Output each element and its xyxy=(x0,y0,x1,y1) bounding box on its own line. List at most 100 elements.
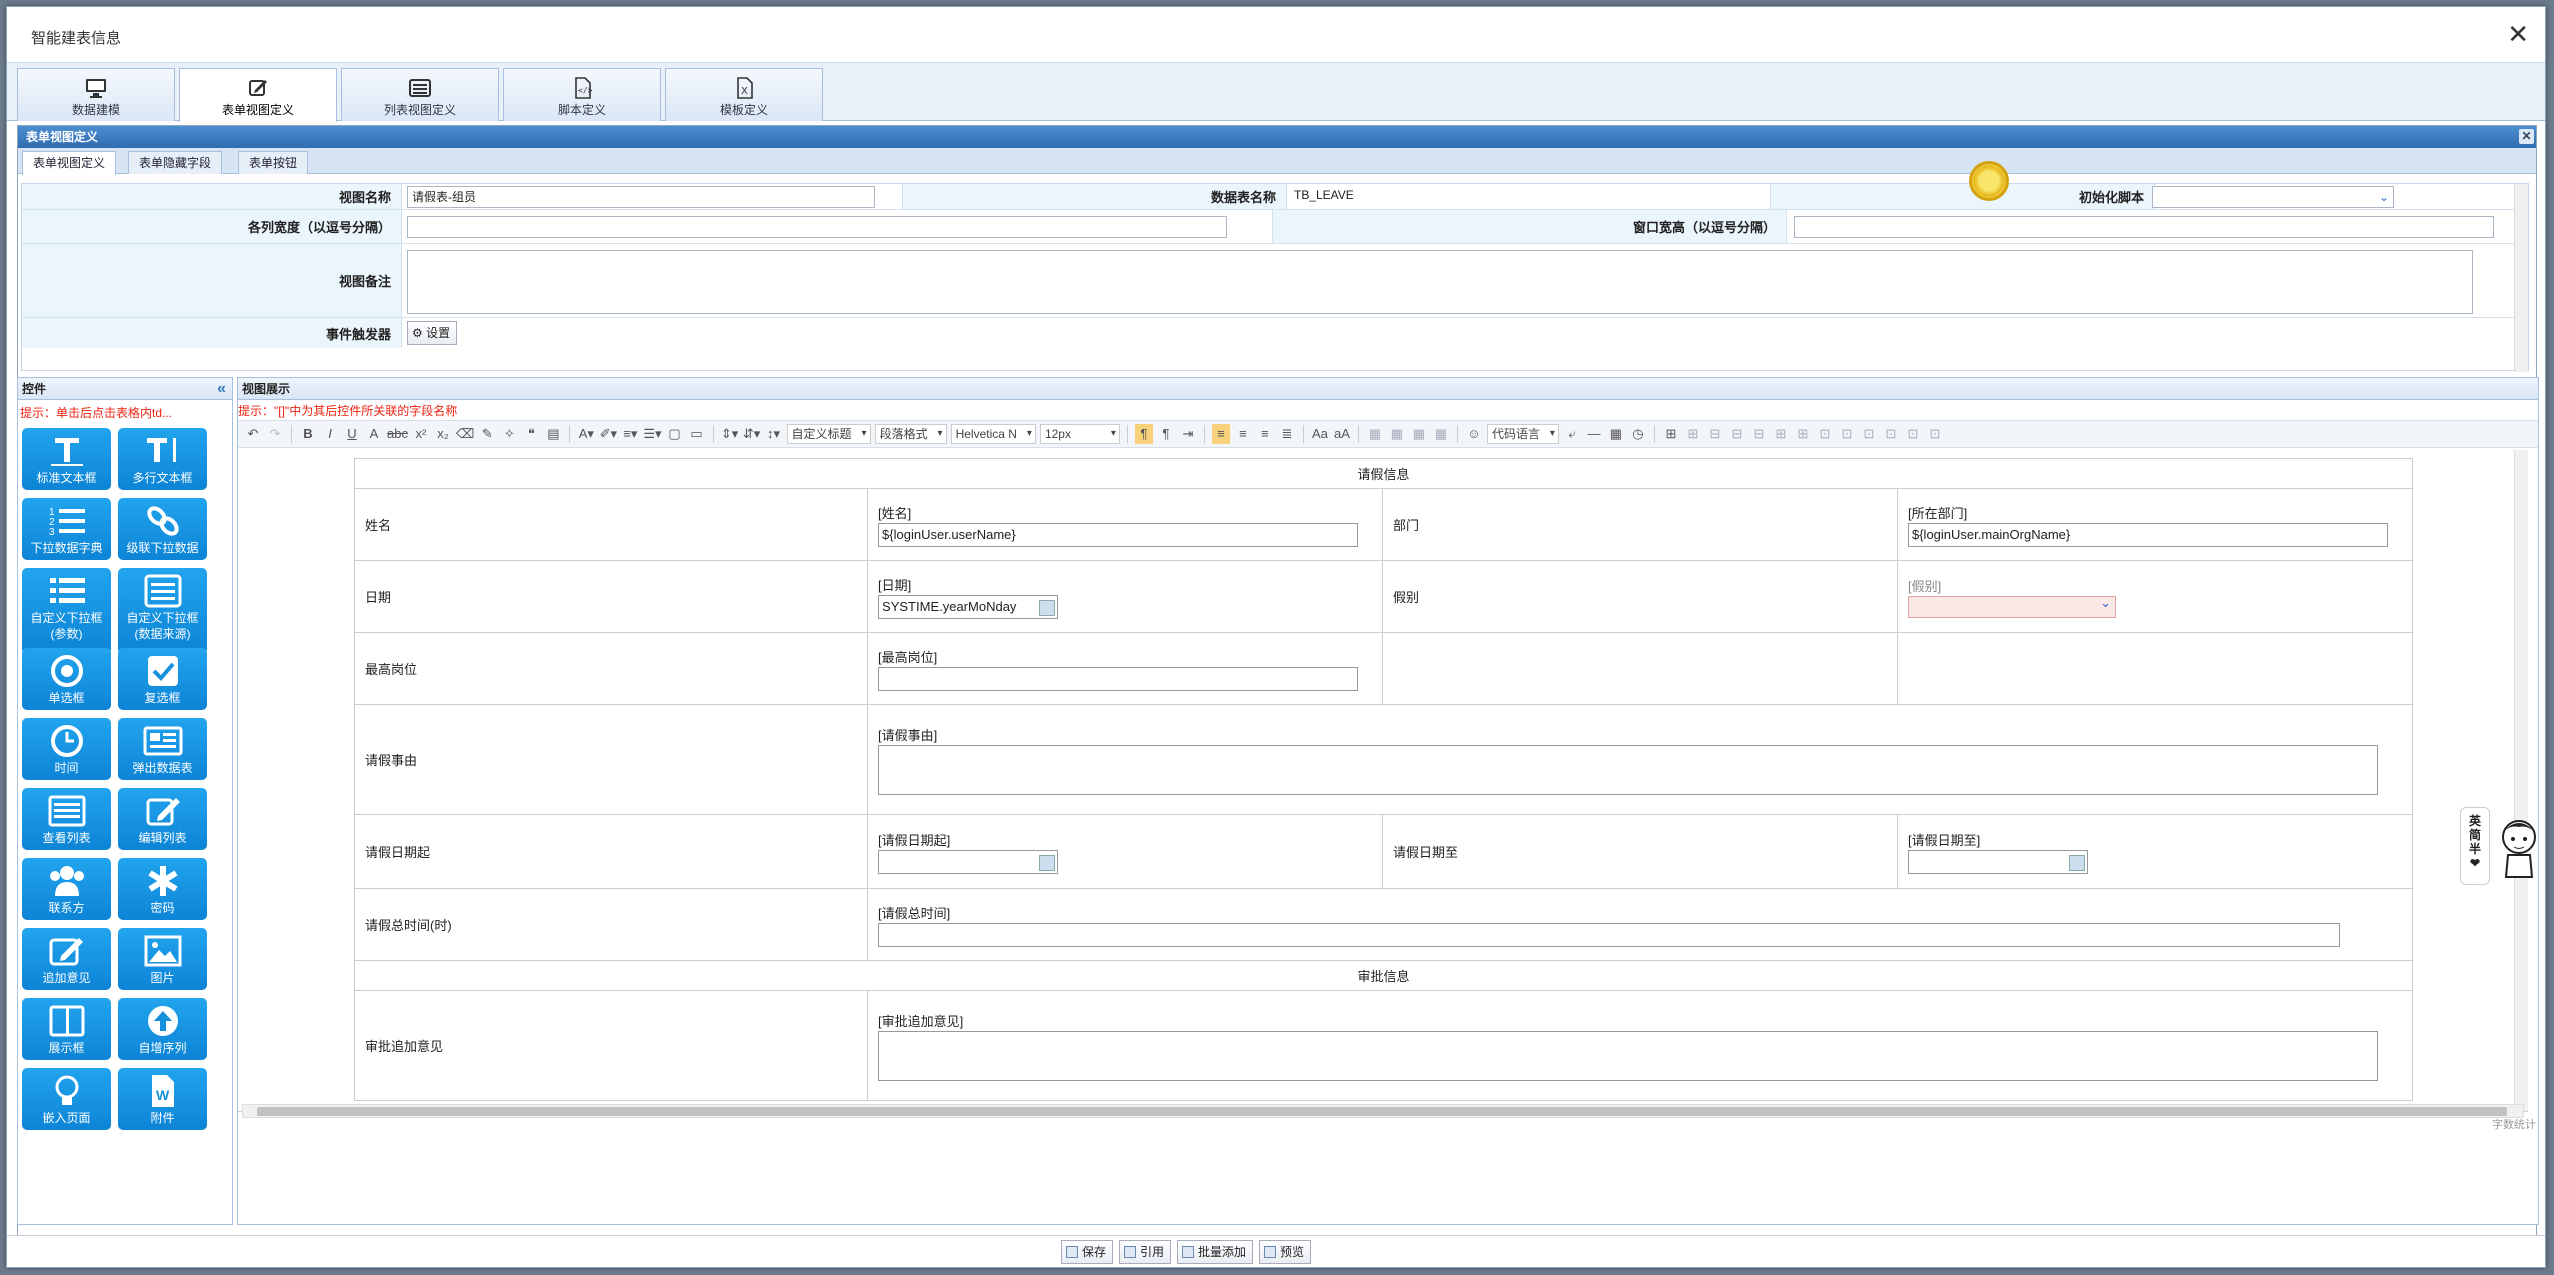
approval-opinion-textarea[interactable] xyxy=(878,1030,2379,1081)
control-tile-20[interactable]: W 附件 xyxy=(118,1068,207,1130)
tab-list-view[interactable]: 列表视图定义 xyxy=(341,68,499,121)
approval-opinion-cell[interactable]: [审批追加意见] xyxy=(867,990,2413,1101)
font-color-icon[interactable]: A▾ xyxy=(577,424,595,444)
font-select[interactable]: Helvetica N xyxy=(950,424,1036,444)
merge-right-icon[interactable]: ⊡ xyxy=(1838,424,1856,444)
window-size-input[interactable] xyxy=(1794,216,2494,238)
paragraph-select[interactable]: 段落格式 xyxy=(874,424,947,444)
insert-table-icon[interactable]: ⊞ xyxy=(1662,424,1680,444)
post-input[interactable] xyxy=(878,666,1359,691)
clear-doc-icon[interactable]: ▭ xyxy=(688,424,706,444)
format-painter-icon[interactable]: ✎ xyxy=(478,424,496,444)
custom-title-select[interactable]: 自定义标题 xyxy=(786,424,871,444)
line-height-icon[interactable]: ↕▾ xyxy=(765,424,783,444)
save-button[interactable]: 保存 xyxy=(1060,1239,1113,1264)
control-tile-14[interactable]: 密码 xyxy=(118,858,207,920)
align-center-icon[interactable]: ≡ xyxy=(1234,424,1252,444)
editor-scrollbar[interactable] xyxy=(2514,450,2528,1111)
col-width-input[interactable] xyxy=(407,216,1227,238)
end-date-cell[interactable]: [请假日期至] xyxy=(1896,814,2414,889)
name-input[interactable]: ${loginUser.userName} xyxy=(878,522,1359,547)
control-tile-2[interactable]: 多行文本框 xyxy=(118,428,207,490)
paste-text-icon[interactable]: ▤ xyxy=(544,424,562,444)
close-icon[interactable]: ✕ xyxy=(2507,19,2529,50)
control-tile-17[interactable]: 展示框 xyxy=(22,998,111,1060)
reason-cell[interactable]: [请假事由] xyxy=(867,704,2413,815)
delete-row-icon[interactable]: ⊟ xyxy=(1750,424,1768,444)
dept-cell[interactable]: [所在部门] ${loginUser.mainOrgName} xyxy=(1896,488,2414,561)
control-tile-8[interactable]: 复选框 xyxy=(118,648,207,710)
image-center-icon[interactable]: ▦ xyxy=(1432,424,1450,444)
superscript-icon[interactable]: x² xyxy=(412,424,430,444)
control-tile-9[interactable]: 时间 xyxy=(22,718,111,780)
unordered-list-icon[interactable]: ☰▾ xyxy=(643,424,661,444)
auto-format-icon[interactable]: ✧ xyxy=(500,424,518,444)
uppercase-icon[interactable]: Aa xyxy=(1311,424,1329,444)
subtab-hidden-fields[interactable]: 表单隐藏字段 xyxy=(128,151,223,174)
time-icon[interactable]: ◷ xyxy=(1629,424,1647,444)
insert-row-before-icon[interactable]: ⊟ xyxy=(1706,424,1724,444)
font-border-icon[interactable]: A xyxy=(365,424,383,444)
horizontal-scrollbar[interactable] xyxy=(242,1104,2524,1118)
control-tile-11[interactable]: 查看列表 xyxy=(22,788,111,850)
split-cells-icon[interactable]: ⊡ xyxy=(1882,424,1900,444)
align-justify-icon[interactable]: ≣ xyxy=(1278,424,1296,444)
remark-textarea[interactable] xyxy=(407,250,2473,314)
row-spacing-icon[interactable]: ⇕▾ xyxy=(721,424,739,444)
control-tile-15[interactable]: 追加意见 xyxy=(22,928,111,990)
reference-button[interactable]: 引用 xyxy=(1118,1239,1171,1264)
merge-down-icon[interactable]: ⊡ xyxy=(1860,424,1878,444)
merge-cells-icon[interactable]: ⊡ xyxy=(1816,424,1834,444)
page-break-icon[interactable]: ⤶ xyxy=(1563,424,1581,444)
highlight-icon[interactable]: ✐▾ xyxy=(599,424,617,444)
undo-icon[interactable]: ↶ xyxy=(244,424,262,444)
start-date-input[interactable] xyxy=(878,849,1059,874)
horizontal-rule-icon[interactable]: — xyxy=(1585,424,1603,444)
form-editor[interactable]: 请假信息 姓名 [姓名] ${loginUser.userName} 部门 [所在… xyxy=(238,450,2528,1112)
event-settings-button[interactable]: ⚙ 设置 xyxy=(407,321,458,345)
control-tile-12[interactable]: 编辑列表 xyxy=(118,788,207,850)
control-tile-3[interactable]: 1 2 3 下拉数据字典 xyxy=(22,498,111,560)
dept-input[interactable]: ${loginUser.mainOrgName} xyxy=(1907,522,2388,547)
indent-icon[interactable]: ⇥ xyxy=(1179,424,1197,444)
total-hours-input[interactable] xyxy=(878,922,2341,947)
split-rows-icon[interactable]: ⊡ xyxy=(1904,424,1922,444)
strikethrough-icon[interactable]: abc xyxy=(387,424,408,444)
subscript-icon[interactable]: x₂ xyxy=(434,424,452,444)
control-tile-19[interactable]: 嵌入页面 xyxy=(22,1068,111,1130)
eraser-icon[interactable]: ⌫ xyxy=(456,424,474,444)
image-right-icon[interactable]: ▦ xyxy=(1410,424,1428,444)
leave-type-cell[interactable]: [假别] xyxy=(1896,560,2414,633)
lowercase-icon[interactable]: aA xyxy=(1333,424,1351,444)
control-tile-5[interactable]: 自定义下拉框 (参数) xyxy=(22,568,111,654)
view-name-input[interactable]: 请假表-组员 xyxy=(407,186,875,208)
select-all-icon[interactable]: ▢ xyxy=(666,424,684,444)
quote-icon[interactable]: ❝ xyxy=(522,424,540,444)
date-cell[interactable]: [日期] SYSTIME.yearMoNday xyxy=(867,560,1384,633)
date-input[interactable]: SYSTIME.yearMoNday xyxy=(878,594,1059,619)
code-language-select[interactable]: 代码语言 xyxy=(1486,424,1559,444)
control-tile-10[interactable]: 弹出数据表 xyxy=(118,718,207,780)
ime-toolbar[interactable]: 英 简 半 ❤ xyxy=(2460,807,2545,887)
control-tile-6[interactable]: 自定义下拉框 (数据来源) xyxy=(118,568,207,654)
scroll-thumb[interactable] xyxy=(257,1107,2507,1116)
redo-icon[interactable]: ↷ xyxy=(266,424,284,444)
date-icon[interactable]: ▦ xyxy=(1607,424,1625,444)
total-hours-cell[interactable]: [请假总时间] xyxy=(867,888,2413,961)
rtl-icon[interactable]: ¶ xyxy=(1157,424,1175,444)
align-left-icon[interactable]: ≡ xyxy=(1211,424,1230,444)
collapse-icon[interactable]: « xyxy=(217,378,226,400)
font-size-select[interactable]: 12px xyxy=(1039,424,1120,444)
tab-data-model[interactable]: 数据建模 xyxy=(17,68,175,121)
image-float-icon[interactable]: ▦ xyxy=(1366,424,1384,444)
control-tile-4[interactable]: 级联下拉数据 xyxy=(118,498,207,560)
tab-template[interactable]: X 模板定义 xyxy=(665,68,823,121)
insert-col-icon[interactable]: ⊞ xyxy=(1772,424,1790,444)
emoji-icon[interactable]: ☺ xyxy=(1465,424,1483,444)
delete-col-icon[interactable]: ⊞ xyxy=(1794,424,1812,444)
name-cell[interactable]: [姓名] ${loginUser.userName} xyxy=(867,488,1384,561)
init-script-select[interactable]: ⌄ xyxy=(2152,186,2394,208)
italic-icon[interactable]: I xyxy=(321,424,339,444)
subtab-form-view[interactable]: 表单视图定义 xyxy=(22,151,117,175)
paragraph-spacing-icon[interactable]: ⇵▾ xyxy=(743,424,761,444)
